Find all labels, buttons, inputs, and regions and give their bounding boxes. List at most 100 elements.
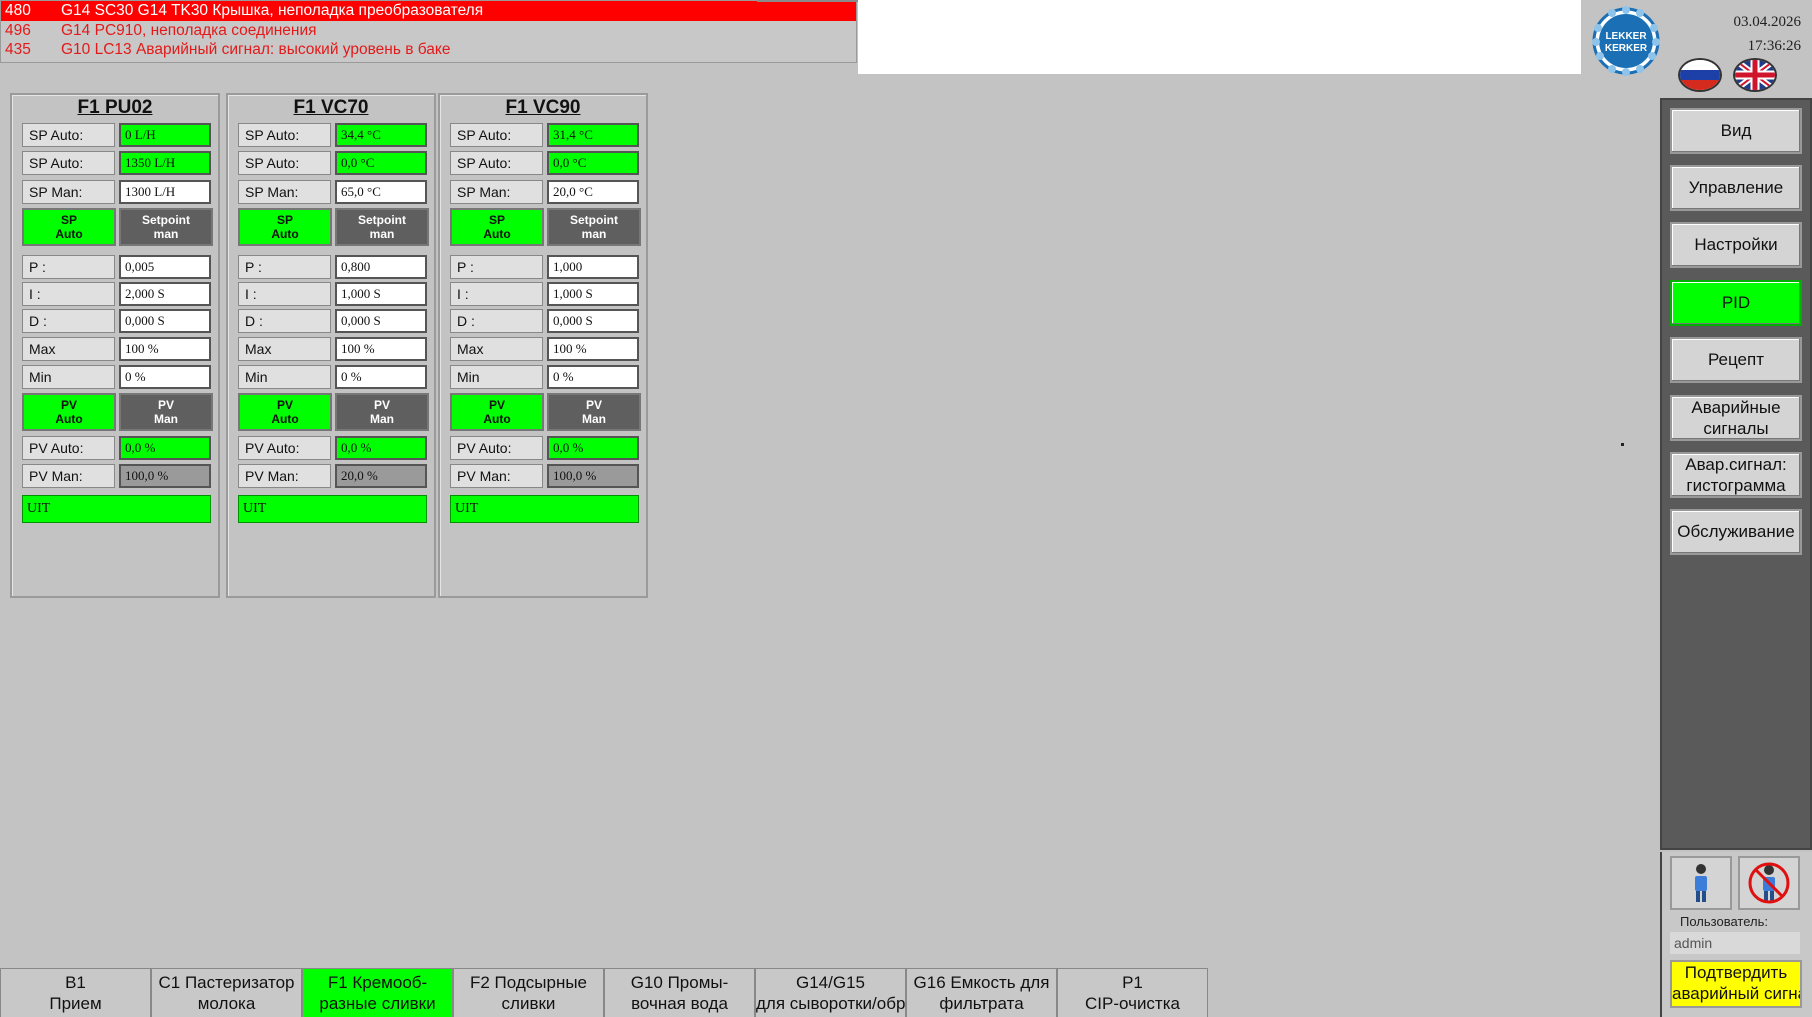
i-input[interactable]: 1,000 S [335,282,427,306]
min-label: Min [238,365,331,389]
i-input[interactable]: 1,000 S [547,282,639,306]
sp-man-label: SP Man: [238,180,331,204]
tab-f2-cheese-cream[interactable]: F2 Подсырные сливки [453,968,604,1017]
uk-flag-icon[interactable] [1733,58,1777,92]
min-label: Min [22,365,115,389]
sp-auto-button[interactable]: SP Auto [22,208,116,246]
sp-man-label: SP Man: [450,180,543,204]
tab-line-2: фильтрата [939,994,1024,1013]
d-input[interactable]: 0,000 S [119,309,211,333]
max-input[interactable]: 100 % [335,337,427,361]
tab-g10-wash-water[interactable]: G10 Промы- вочная вода [604,968,755,1017]
uit-status: UIT [450,495,639,523]
tab-line-1: G14/G15 [796,973,865,992]
alarm-row[interactable]: 435 G10 LC13 Аварийный сигнал: высокий у… [1,40,856,60]
i-label: I : [22,282,115,306]
tab-line-1: P1 [1122,973,1143,992]
pv-man-button[interactable]: PV Man [547,393,641,431]
company-logo: LEKKER KERKER [1588,6,1664,76]
nav-alarms-button[interactable]: Аварийные сигналы [1670,395,1802,441]
min-input[interactable]: 0 % [335,365,427,389]
pv-auto-button[interactable]: PV Auto [450,393,544,431]
setpoint-man-button[interactable]: Setpoint man [547,208,641,246]
sp-auto-value: 34,4 °C [335,123,427,147]
pv-auto-button[interactable]: PV Auto [238,393,332,431]
sp-auto-value: 0 L/H [119,123,211,147]
max-label: Max [450,337,543,361]
sp-auto-label: SP Auto: [450,123,543,147]
nav-pid-button[interactable]: PID [1670,280,1802,326]
d-input[interactable]: 0,000 S [547,309,639,333]
nav-service-button[interactable]: Обслуживание [1670,509,1802,555]
p-input[interactable]: 0,800 [335,255,427,279]
max-input[interactable]: 100 % [547,337,639,361]
sp-auto-value: 31,4 °C [547,123,639,147]
sp-auto-label: SP Auto: [22,151,115,175]
sp-auto-value: 0,0 °C [335,151,427,175]
i-input[interactable]: 2,000 S [119,282,211,306]
alarm-number: 480 [5,2,31,19]
p-label: P : [450,255,543,279]
uit-status: UIT [22,495,211,523]
logout-button[interactable] [1738,856,1800,910]
sp-auto-button[interactable]: SP Auto [450,208,544,246]
setpoint-man-button[interactable]: Setpoint man [119,208,213,246]
tab-f1-cream[interactable]: F1 Кремооб- разные сливки [302,968,453,1017]
pv-man-value: 20,0 % [335,464,427,488]
login-button[interactable] [1670,856,1732,910]
nav-recipe-button[interactable]: Рецепт [1670,337,1802,383]
alarm-text: G14 PC910, неполадка соединения [61,21,317,39]
pv-man-button[interactable]: PV Man [335,393,429,431]
acknowledge-alarm-button[interactable]: Подтвердить аварийный сигнал [1670,960,1802,1008]
d-label: D : [450,309,543,333]
area-tabs: B1 Прием C1 Пастеризатор молока F1 Кремо… [0,968,1208,1017]
d-input[interactable]: 0,000 S [335,309,427,333]
russian-flag-icon[interactable] [1678,58,1722,92]
min-input[interactable]: 0 % [547,365,639,389]
logo-text-bottom: KERKER [1605,43,1648,54]
alarm-row[interactable]: 480 G14 SC30 G14 TK30 Крышка, неполадка … [1,1,856,21]
user-name-field: admin [1670,932,1800,954]
sp-auto-label: SP Auto: [450,151,543,175]
sp-auto-button[interactable]: SP Auto [238,208,332,246]
min-label: Min [450,365,543,389]
user-panel: Пользователь: admin Подтвердить аварийны… [1660,852,1812,1017]
alarm-text: G10 LC13 Аварийный сигнал: высокий урове… [61,41,451,58]
tab-g14-g15-whey[interactable]: G14/G15 для сыворотки/обр [755,968,906,1017]
pid-panel-title: F1 VC90 [505,97,581,118]
tab-p1-cip[interactable]: P1 CIP-очистка [1057,968,1208,1017]
pid-panel-title: F1 VC70 [293,97,369,118]
alarm-list[interactable]: 480 G14 SC30 G14 TK30 Крышка, неполадка … [0,0,857,63]
sp-man-input[interactable]: 1300 L/H [119,180,211,204]
pv-auto-label: PV Auto: [22,436,115,460]
i-label: I : [238,282,331,306]
sp-auto-label: SP Auto: [22,123,115,147]
tab-c1-pasteurizer[interactable]: C1 Пастеризатор молока [151,968,302,1017]
user-icon [1695,864,1707,902]
p-input[interactable]: 0,005 [119,255,211,279]
pv-auto-label: PV Auto: [238,436,331,460]
setpoint-man-button[interactable]: Setpoint man [335,208,429,246]
sp-man-input[interactable]: 65,0 °C [335,180,427,204]
tab-g16-filtrate-tank[interactable]: G16 Емкость для фильтрата [906,968,1057,1017]
pv-man-label: PV Man: [450,464,543,488]
nav-settings-button[interactable]: Настройки [1670,222,1802,268]
time-display: 17:36:26 [1747,38,1801,54]
sp-auto-label: SP Auto: [238,123,331,147]
p-input[interactable]: 1,000 [547,255,639,279]
user-logout-icon [1748,862,1790,904]
pv-man-label: PV Man: [238,464,331,488]
tab-b1-reception[interactable]: B1 Прием [0,968,151,1017]
sp-auto-label: SP Auto: [238,151,331,175]
pid-panel-vc70: F1 VC70 SP Auto: 34,4 °C SP Auto: 0,0 °C… [226,93,436,598]
pv-auto-button[interactable]: PV Auto [22,393,116,431]
nav-control-button[interactable]: Управление [1670,165,1802,211]
alarm-row[interactable]: 496 G14 PC910, неполадка соединения [1,21,856,41]
sp-man-input[interactable]: 20,0 °C [547,180,639,204]
pv-man-button[interactable]: PV Man [119,393,213,431]
nav-alarm-histogram-button[interactable]: Авар.сигнал: гистограмма [1670,452,1802,498]
nav-view-button[interactable]: Вид [1670,108,1802,154]
tab-line-1: G10 Промы- [630,973,729,992]
max-input[interactable]: 100 % [119,337,211,361]
min-input[interactable]: 0 % [119,365,211,389]
